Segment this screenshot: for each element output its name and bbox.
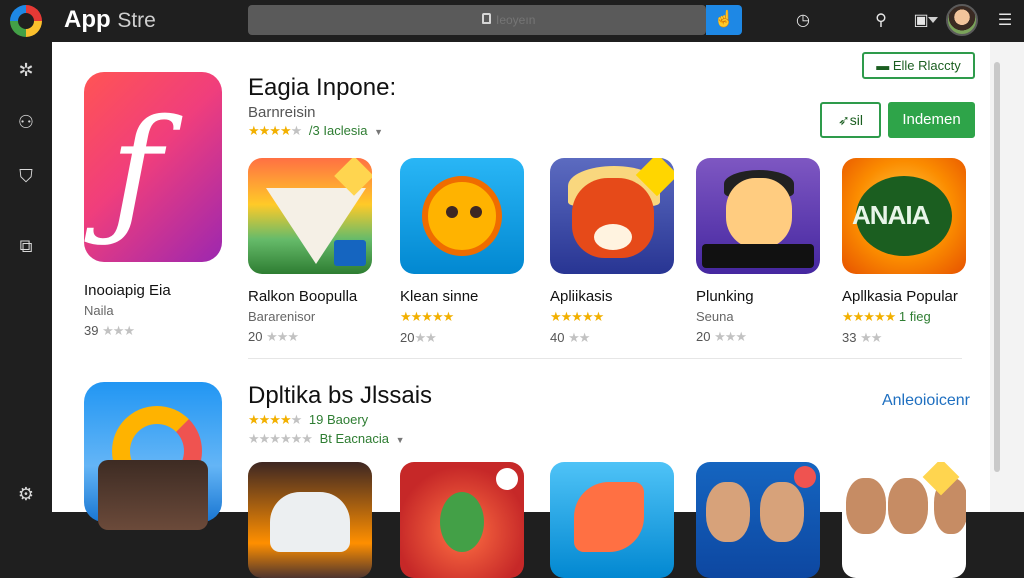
app-tile[interactable]: ANAIA Apllkasia Popular ★★★★★ 1 fieg 33 … [842, 158, 968, 346]
clock-icon[interactable]: ◷ [792, 10, 814, 32]
app-icon [248, 158, 372, 274]
featured-title-2: Dpltika bs Jlssais [248, 382, 433, 409]
app-title: App Stre [64, 6, 156, 34]
star-rating-icon: ★★ [102, 323, 124, 338]
chevron-down-icon: ▼ [395, 435, 405, 445]
featured-rating[interactable]: ★★★★★ /3 Iaclesia ▼ [248, 123, 383, 139]
app-icon [842, 462, 966, 578]
app-rating: 20 ★★★ [248, 329, 299, 344]
search-bar[interactable] [248, 5, 938, 35]
rating-text: 19 Baoery [308, 412, 369, 427]
rating-text: Bt Eacnacia [319, 431, 389, 446]
app-tile[interactable]: Ralkon Boopulla Bararenisor 20 ★★★ [248, 158, 374, 345]
star-rating-icon: ★★ [714, 329, 736, 344]
featured-app-icon[interactable]: ƒ [84, 72, 222, 262]
star-rating-icon: ★★★★★ [550, 309, 604, 324]
app-rating: 33 ★★ [842, 330, 882, 345]
star-rating-icon: ★★★★★ [842, 309, 896, 324]
app-tile[interactable] [550, 462, 676, 578]
app-icon [400, 462, 524, 578]
chrome-logo-icon[interactable] [10, 5, 42, 37]
scrollbar-thumb[interactable] [994, 62, 1000, 472]
star-rating-icon: ★★★★★ [400, 309, 454, 324]
share-label: sil [849, 112, 863, 128]
search-button[interactable]: ☝ [706, 5, 742, 35]
app-tile[interactable] [400, 462, 526, 578]
featured-rating-2[interactable]: ★★★★★ 19 Baoery [248, 412, 368, 428]
avatar[interactable] [946, 4, 978, 36]
app-developer: Naila [84, 303, 114, 318]
app-developer: Seuna [696, 309, 734, 324]
app-icon [696, 158, 820, 274]
app-tile[interactable]: Inooiapig Eia Naila 39 ★★★ [84, 266, 210, 339]
panel-icon[interactable]: ▣ [910, 10, 932, 32]
share-button[interactable]: ➶sil [820, 102, 881, 138]
sidebar: ✲ ⚇ ⛉ ⧉ ⚙ [0, 42, 52, 512]
app-icon [550, 462, 674, 578]
section-divider [248, 358, 962, 359]
app-title-bold: App [64, 6, 111, 33]
app-stars: ★★★★★ [400, 309, 526, 325]
app-tile[interactable]: Apliikasis ★★★★★ 40 ★★ [550, 158, 676, 346]
featured-title: Eagia Inpone: [248, 74, 397, 101]
app-rating: 39 ★★★ [84, 323, 135, 338]
apps-icon[interactable]: ✲ [14, 58, 38, 82]
app-stars: ★★★★★ [550, 309, 676, 325]
menu-icon[interactable]: ☰ [994, 10, 1016, 32]
app-name: Klean sinne [400, 288, 479, 305]
chevron-down-icon: ▼ [374, 127, 383, 137]
rating-text: /3 Iaclesia [308, 123, 368, 138]
featured-rating-2b[interactable]: ★★★★★★ Bt Eacnacia ▼ [248, 431, 404, 447]
app-rating: 20★★ [400, 330, 437, 345]
app-tile[interactable]: Plunking Seuna 20 ★★★ [696, 158, 822, 345]
main-content: ƒ Eagia Inpone: Barnreisin ★★★★★ /3 Iacl… [52, 42, 1024, 578]
app-tile[interactable] [842, 462, 968, 578]
app-name: Ralkon Boopulla [248, 288, 358, 305]
see-more-link[interactable]: Anleoioicenr [882, 392, 970, 410]
featured-app-icon-2[interactable] [84, 382, 222, 530]
rocket-icon: ➶ [838, 112, 850, 128]
app-tile[interactable]: Klean sinne ★★★★★ 20★★ [400, 158, 526, 346]
script-f-icon: ƒ [110, 90, 162, 253]
star-rating-icon: ★★★★ [248, 412, 292, 427]
app-icon [550, 158, 674, 274]
settings-icon[interactable]: ⚙ [14, 482, 38, 506]
wishlist-button[interactable]: ▬ Elle Rlaccty [862, 52, 975, 79]
app-stars: ★★★★★ 1 fieg [842, 309, 931, 324]
app-rating: 40 ★★ [550, 330, 590, 345]
star-rating-icon: ★★★★ [248, 123, 292, 138]
app-name: Apllkasia Popular [842, 288, 958, 305]
cast-icon[interactable]: ⧉ [14, 234, 38, 258]
bookmark-icon: ▬ [876, 58, 893, 73]
wishlist-label: Elle Rlaccty [892, 58, 961, 73]
app-icon [696, 462, 820, 578]
app-rating: 20 ★★★ [696, 329, 747, 344]
search-input[interactable] [496, 11, 646, 29]
app-developer: Bararenisor [248, 309, 316, 324]
app-name: Inooiapig Eia [84, 282, 171, 299]
app-icon [400, 158, 524, 274]
shield-icon[interactable]: ⛉ [14, 164, 38, 188]
top-bar: App Stre ☝ ◷ ⚲ ▣ ☰ [0, 0, 1024, 42]
tap-icon: ☝ [714, 11, 734, 28]
star-empty-icon: ★ [290, 123, 303, 138]
star-rating-icon: ★★ [266, 329, 288, 344]
person-icon[interactable]: ⚇ [14, 110, 38, 134]
app-title-light: Stre [117, 9, 156, 32]
star-rating-icon: ★★★★★★ [248, 431, 313, 446]
app-icon [248, 462, 372, 578]
wrench-icon[interactable]: ⚲ [870, 10, 892, 32]
install-button[interactable]: Indemen [888, 102, 975, 138]
app-tile[interactable] [248, 462, 374, 578]
app-name: Apliikasis [550, 288, 613, 305]
app-icon: ANAIA [842, 158, 966, 274]
featured-subtitle: Barnreisin [248, 104, 316, 121]
lock-icon [482, 13, 491, 24]
app-name: Plunking [696, 288, 754, 305]
app-tile[interactable] [696, 462, 822, 578]
